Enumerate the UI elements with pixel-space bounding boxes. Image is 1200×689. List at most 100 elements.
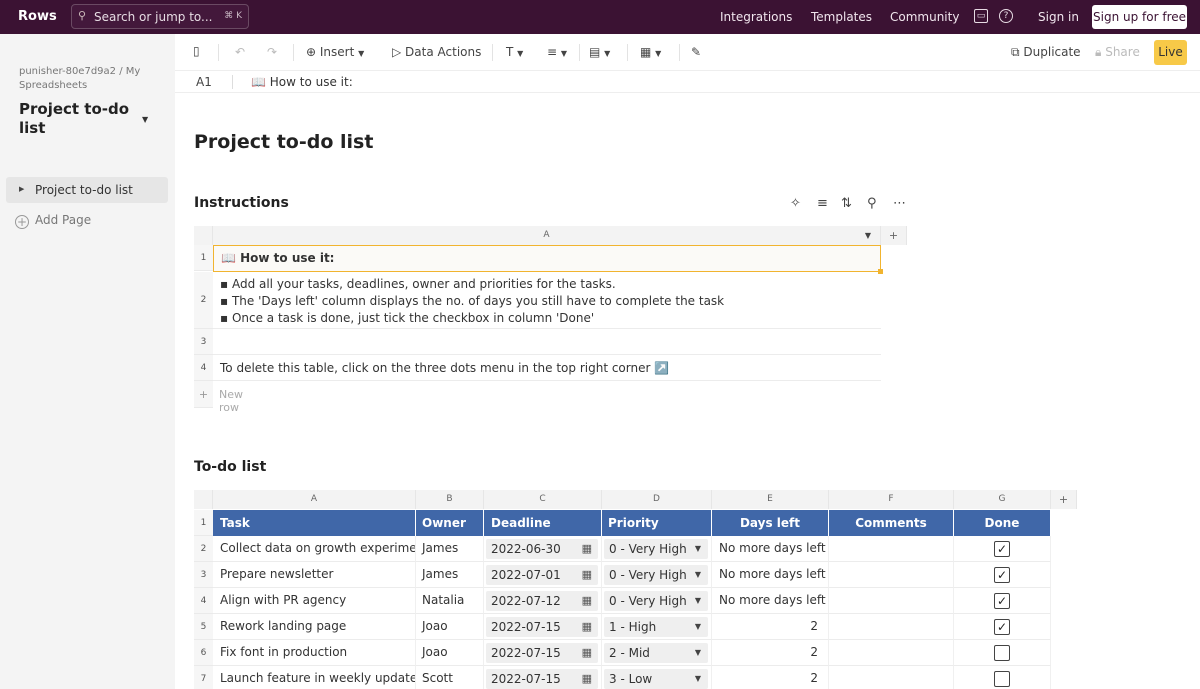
owner-cell[interactable]: James [416,536,484,562]
signup-button[interactable]: Sign up for free [1092,5,1187,29]
column-header-c[interactable]: C [484,490,602,509]
deadline-cell[interactable]: 2022-06-30 ▦ [484,536,602,562]
column-header-b[interactable]: B [416,490,484,509]
instruction-cell[interactable]: 📖 How to use it: [213,245,881,272]
chevron-down-icon[interactable]: ▼ [695,617,701,637]
row-number[interactable]: 4 [194,588,213,614]
task-cell[interactable]: Fix font in production [213,640,416,666]
checked-checkbox[interactable]: ✓ [994,619,1010,635]
formula-input[interactable]: 📖 How to use it: [251,75,353,89]
unchecked-checkbox[interactable] [994,645,1010,661]
chevron-down-icon[interactable]: ▼ [142,115,148,124]
task-cell[interactable]: Collect data on growth experiment [213,536,416,562]
column-header-d[interactable]: D [602,490,712,509]
chevron-down-icon[interactable]: ▼ [695,565,701,585]
align-icon[interactable]: ≡ ▼ [547,45,567,59]
add-column-button[interactable]: + [881,226,907,245]
priority-cell[interactable]: 0 - Very High ▼ [602,588,712,614]
days-left-cell[interactable]: No more days left [712,588,829,614]
instruction-cell[interactable]: ▪ Add all your tasks, deadlines, owner a… [213,272,881,329]
checked-checkbox[interactable]: ✓ [994,541,1010,557]
row-number[interactable]: 3 [194,329,213,355]
done-cell[interactable]: ✓ [954,588,1051,614]
row-number[interactable]: 2 [194,272,213,329]
row-number[interactable]: 7 [194,666,213,689]
sort-icon[interactable]: ⇅ [841,196,852,211]
comments-cell[interactable] [829,562,954,588]
owner-cell[interactable]: Joao [416,640,484,666]
nav-community[interactable]: Community [890,10,959,24]
instruction-cell[interactable]: To delete this table, click on the three… [213,355,881,381]
filter-icon[interactable]: ≡ [817,196,828,211]
header-done[interactable]: Done [954,510,1051,536]
insert-button[interactable]: ⊕ Insert ▼ [306,45,364,59]
header-days-left[interactable]: Days left [712,510,829,536]
unchecked-checkbox[interactable] [994,671,1010,687]
done-cell[interactable] [954,666,1051,689]
nav-integrations[interactable]: Integrations [720,10,792,24]
duplicate-button[interactable]: ⧉ Duplicate [1011,45,1081,60]
comments-cell[interactable] [829,614,954,640]
task-cell[interactable]: Align with PR agency [213,588,416,614]
text-format-icon[interactable]: T ▼ [506,45,523,59]
column-header-e[interactable]: E [712,490,829,509]
owner-cell[interactable]: James [416,562,484,588]
add-column-button[interactable]: + [1051,490,1077,509]
row-number[interactable]: 5 [194,614,213,640]
date-picker[interactable]: 2022-07-15 ▦ [486,643,598,663]
row-number[interactable]: 2 [194,536,213,562]
header-comments[interactable]: Comments [829,510,954,536]
header-owner[interactable]: Owner [416,510,484,536]
days-left-cell[interactable]: 2 [712,666,829,689]
owner-cell[interactable]: Joao [416,614,484,640]
row-number[interactable]: 6 [194,640,213,666]
comments-cell[interactable] [829,588,954,614]
calendar-icon[interactable]: ▦ [582,565,592,585]
ai-sparkle-icon[interactable]: ✧ [790,196,801,211]
priority-select[interactable]: 3 - Low ▼ [604,669,708,689]
priority-cell[interactable]: 1 - High ▼ [602,614,712,640]
search-icon[interactable]: ⚲ [867,196,877,211]
sidebar-toggle-icon[interactable]: ▯ [193,44,200,58]
gift-icon[interactable]: ▭ [974,9,988,23]
deadline-cell[interactable]: 2022-07-15 ▦ [484,666,602,689]
search-input[interactable]: ⚲ Search or jump to... ⌘ K [71,4,249,29]
priority-cell[interactable]: 3 - Low ▼ [602,666,712,689]
column-header-a[interactable]: A ▼ [213,226,881,245]
calendar-icon[interactable]: ▦ [582,669,592,689]
priority-cell[interactable]: 0 - Very High ▼ [602,562,712,588]
done-cell[interactable]: ✓ [954,614,1051,640]
date-picker[interactable]: 2022-07-01 ▦ [486,565,598,585]
done-cell[interactable]: ✓ [954,536,1051,562]
more-options-icon[interactable]: ⋯ [893,196,906,211]
header-deadline[interactable]: Deadline [484,510,602,536]
sidebar-item-project-to-do-list[interactable]: ▶ Project to-do list [6,177,168,203]
rows-logo[interactable]: Rows [18,9,57,24]
checked-checkbox[interactable]: ✓ [994,567,1010,583]
nav-templates[interactable]: Templates [811,10,872,24]
chevron-down-icon[interactable]: ▼ [865,226,871,245]
done-cell[interactable]: ✓ [954,562,1051,588]
caret-right-icon[interactable]: ▶ [19,185,24,193]
checked-checkbox[interactable]: ✓ [994,593,1010,609]
deadline-cell[interactable]: 2022-07-01 ▦ [484,562,602,588]
calendar-icon[interactable]: ▦ [582,591,592,611]
document-title[interactable]: Project to-do list [19,100,139,138]
task-cell[interactable]: Prepare newsletter [213,562,416,588]
task-cell[interactable]: Rework landing page [213,614,416,640]
row-number[interactable]: 3 [194,562,213,588]
breadcrumb[interactable]: punisher-80e7d9a2 / My Spreadsheets [19,65,159,93]
row-number[interactable]: 1 [194,510,213,536]
priority-cell[interactable]: 0 - Very High ▼ [602,536,712,562]
days-left-cell[interactable]: No more days left [712,536,829,562]
days-left-cell[interactable]: 2 [712,640,829,666]
date-picker[interactable]: 2022-07-15 ▦ [486,669,598,689]
column-header-g[interactable]: G [954,490,1051,509]
comments-cell[interactable] [829,666,954,689]
signin-link[interactable]: Sign in [1038,10,1079,24]
done-cell[interactable] [954,640,1051,666]
new-row-button[interactable]: New row [219,388,243,414]
clear-format-icon[interactable]: ✎ [691,45,701,59]
days-left-cell[interactable]: 2 [712,614,829,640]
column-header-a[interactable]: A [213,490,416,509]
